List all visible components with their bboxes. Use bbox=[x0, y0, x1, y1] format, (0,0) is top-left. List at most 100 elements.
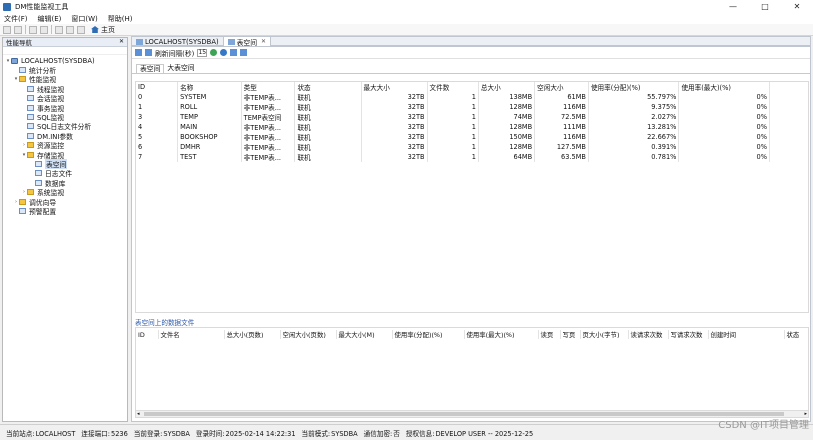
column-header[interactable]: 文件名 bbox=[158, 330, 225, 339]
tablespace-grid: ID 名称 类型 状态 最大大小 文件数 总大小 空闲大小 使用率(分配)(%) 使用率(最大)(… bbox=[135, 81, 809, 313]
settings-icon[interactable] bbox=[240, 49, 248, 56]
scrollbar-thumb[interactable] bbox=[144, 412, 784, 416]
menu-file[interactable]: 文件(F) bbox=[4, 14, 28, 24]
tab-tablespace[interactable]: 表空间 ✕ bbox=[223, 37, 272, 47]
menu-bar: 文件(F) 编辑(E) 窗口(W) 帮助(H) bbox=[0, 13, 813, 24]
toolbar-divider bbox=[25, 25, 26, 34]
menu-edit[interactable]: 编辑(E) bbox=[38, 14, 62, 24]
copy-icon[interactable] bbox=[66, 25, 74, 34]
scroll-left-icon[interactable]: ◂ bbox=[137, 411, 140, 417]
table-cell: MAIN bbox=[177, 122, 242, 132]
table-row[interactable]: 5 BOOKSHOP 非TEMP表... 联机 32TB 1 150MB 116MB 22.66… bbox=[136, 132, 770, 142]
column-header[interactable]: ID bbox=[136, 330, 159, 339]
tree-item[interactable]: 事务监视 bbox=[3, 103, 127, 113]
column-header[interactable]: 写请求次数 bbox=[668, 330, 709, 339]
tree-item[interactable]: SQL监视 bbox=[3, 112, 127, 122]
close-tab-icon[interactable]: ✕ bbox=[261, 38, 266, 45]
minimize-button[interactable]: — bbox=[717, 0, 749, 13]
start-icon[interactable] bbox=[210, 49, 218, 56]
tree-item[interactable]: 统计分析 bbox=[3, 65, 127, 75]
table-cell: 6 bbox=[136, 142, 179, 152]
datafile-section-title: 表空间上的数据文件 bbox=[135, 319, 195, 327]
table-cell: 32TB bbox=[361, 142, 428, 152]
tree-item[interactable]: › 资源监控 bbox=[3, 141, 127, 150]
page-icon bbox=[27, 95, 34, 102]
title-bar: DM性能监视工具 — □ ✕ bbox=[0, 0, 813, 13]
column-header[interactable]: 最大大小(M) bbox=[336, 330, 393, 339]
column-header[interactable]: 文件数 bbox=[427, 82, 479, 92]
table-cell: 64MB bbox=[478, 152, 536, 162]
open-icon[interactable] bbox=[14, 25, 22, 34]
table-cell: 0% bbox=[678, 122, 770, 132]
maximize-button[interactable]: □ bbox=[749, 0, 781, 13]
tree-item[interactable]: ▾ 存储监视 bbox=[3, 150, 127, 160]
column-header[interactable]: 空闲大小 bbox=[534, 82, 589, 92]
column-header[interactable]: 写页 bbox=[560, 330, 581, 339]
save-all-icon[interactable] bbox=[40, 25, 48, 34]
column-header[interactable]: 使用率(分配)(%) bbox=[392, 330, 465, 339]
status-label: 当前登录: bbox=[133, 429, 163, 438]
refresh-icon[interactable] bbox=[220, 49, 228, 56]
export-icon[interactable] bbox=[145, 49, 152, 56]
table-cell: 联机 bbox=[294, 112, 362, 122]
page-icon bbox=[35, 160, 42, 167]
column-header[interactable]: 页大小(字节) bbox=[580, 330, 629, 339]
tree-item[interactable]: ▾ 性能监视 bbox=[3, 75, 127, 84]
column-header[interactable]: 名称 bbox=[177, 82, 242, 92]
subtab-tablespace[interactable]: 表空间 bbox=[136, 64, 165, 73]
refresh-interval-select[interactable]: 15 bbox=[197, 48, 208, 57]
paste-icon[interactable] bbox=[77, 25, 85, 34]
tree-item[interactable]: DM.INI参数 bbox=[3, 131, 127, 141]
home-button[interactable]: 主页 bbox=[91, 25, 115, 35]
column-header[interactable]: 最大大小 bbox=[361, 82, 428, 92]
table-cell: BOOKSHOP bbox=[177, 132, 242, 142]
home-icon bbox=[91, 26, 99, 33]
table-row[interactable]: 0 SYSTEM 非TEMP表... 联机 32TB 1 138MB 61MB 55.797% 0… bbox=[136, 92, 770, 102]
menu-window[interactable]: 窗口(W) bbox=[71, 14, 97, 24]
close-icon[interactable]: ✕ bbox=[119, 38, 124, 45]
table-row[interactable]: 4 MAIN 非TEMP表... 联机 32TB 1 128MB 111MB 13.281% 0% bbox=[136, 122, 770, 132]
table-cell: TEMP表空间 bbox=[241, 112, 296, 122]
column-header[interactable]: 总大小(页数) bbox=[224, 330, 281, 339]
tree-item[interactable]: 数据库 bbox=[3, 178, 127, 188]
save-icon[interactable] bbox=[29, 25, 37, 34]
column-header[interactable]: 读请求次数 bbox=[628, 330, 669, 339]
column-header[interactable]: 总大小 bbox=[478, 82, 536, 92]
column-header[interactable]: 使用率(最大)(%) bbox=[464, 330, 539, 339]
tree-item[interactable]: 预警配置 bbox=[3, 206, 127, 216]
table-cell: 128MB bbox=[478, 142, 536, 152]
filter-icon[interactable] bbox=[135, 49, 142, 56]
table-cell: 9.375% bbox=[588, 102, 680, 112]
tree-item[interactable]: ▾ LOCALHOST(SYSDBA) bbox=[3, 56, 127, 65]
column-header[interactable]: 类型 bbox=[241, 82, 296, 92]
menu-help[interactable]: 帮助(H) bbox=[108, 14, 133, 24]
tree-item[interactable]: 日志文件 bbox=[3, 169, 127, 178]
table-row[interactable]: 6 DMHR 非TEMP表... 联机 32TB 1 128MB 127.5MB 0.391% 0… bbox=[136, 142, 770, 152]
horizontal-scrollbar[interactable]: ◂ ▸ bbox=[136, 410, 808, 417]
cut-icon[interactable] bbox=[55, 25, 63, 34]
tree-item[interactable]: SQL日志文件分析 bbox=[3, 122, 127, 131]
tree-item[interactable]: › 系统监视 bbox=[3, 187, 127, 197]
table-cell: 0% bbox=[678, 112, 770, 122]
tree-item[interactable]: 会话监视 bbox=[3, 94, 127, 103]
table-row[interactable]: 7 TEST 非TEMP表... 联机 32TB 1 64MB 63.5MB 0.781% 0% bbox=[136, 152, 770, 162]
column-header[interactable]: 状态 bbox=[294, 82, 362, 92]
column-header[interactable]: 状态 bbox=[784, 330, 813, 339]
table-row[interactable]: 3 TEMP TEMP表空间 联机 32TB 1 74MB 72.5MB 2.027% 0% bbox=[136, 112, 770, 122]
column-header[interactable]: 使用率(分配)(%) bbox=[588, 82, 680, 92]
column-header[interactable]: 创建时间 bbox=[708, 330, 785, 339]
column-header[interactable]: 读页 bbox=[538, 330, 561, 339]
tree-item[interactable]: 线程监视 bbox=[3, 84, 127, 94]
column-header[interactable]: 空闲大小(页数) bbox=[280, 330, 337, 339]
close-button[interactable]: ✕ bbox=[781, 0, 813, 13]
tree-item[interactable]: 表空间 bbox=[3, 159, 127, 169]
new-icon[interactable] bbox=[3, 25, 11, 34]
subtab-big-tablespace[interactable]: 大表空间 bbox=[164, 64, 197, 73]
column-header[interactable]: 使用率(最大)(%) bbox=[678, 82, 770, 92]
chart-icon[interactable] bbox=[230, 49, 238, 56]
tab-localhost[interactable]: LOCALHOST(SYSDBA) bbox=[132, 37, 224, 46]
table-row[interactable]: 1 ROLL 非TEMP表... 联机 32TB 1 128MB 116MB 9.375% 0% bbox=[136, 102, 770, 112]
table-cell: 1 bbox=[427, 122, 479, 132]
column-header[interactable]: ID bbox=[136, 82, 179, 92]
tree-item[interactable]: › 调优向导 bbox=[3, 197, 127, 207]
